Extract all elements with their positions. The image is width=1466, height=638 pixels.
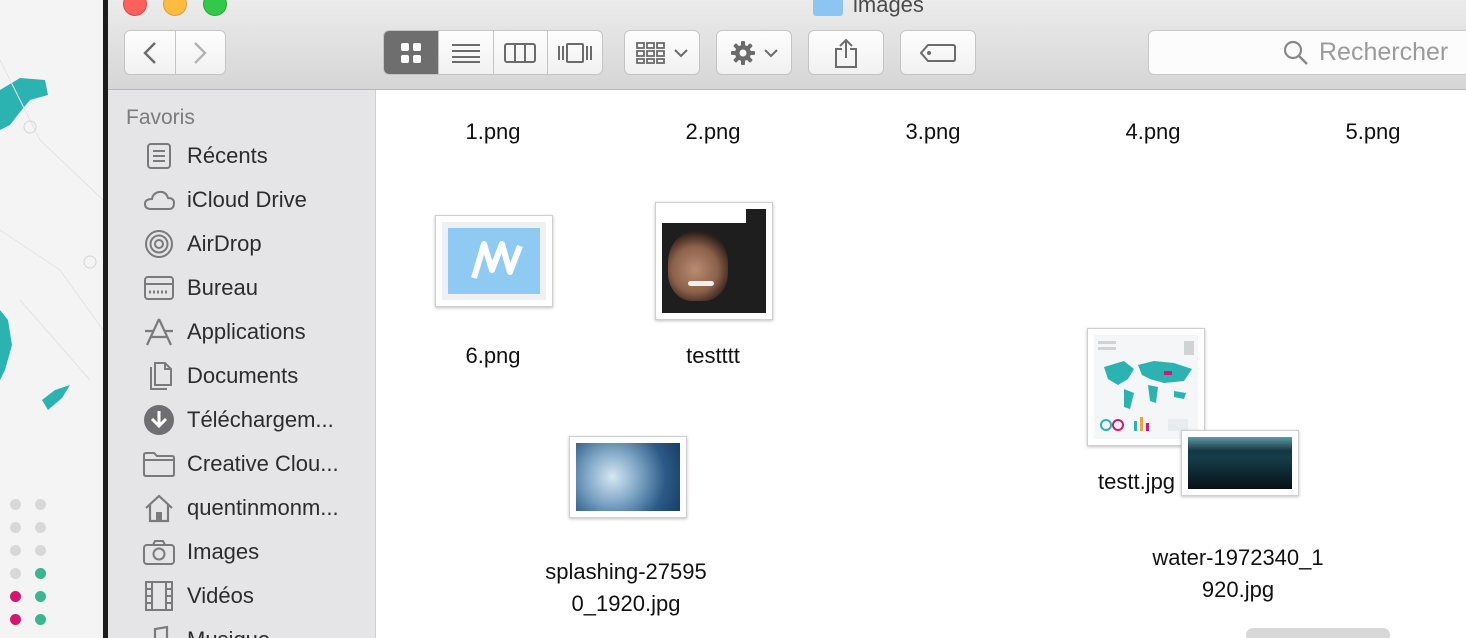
sidebar-heading: Favoris xyxy=(126,106,195,129)
file-thumbnail[interactable] xyxy=(1181,430,1299,496)
search-icon xyxy=(1283,40,1308,65)
search-input[interactable]: Rechercher xyxy=(1148,30,1466,75)
window-title-text: images xyxy=(853,0,924,17)
list-view-button[interactable] xyxy=(437,31,493,74)
chevron-down-icon xyxy=(674,48,688,57)
column-view-button[interactable] xyxy=(492,31,548,74)
sidebar-item-label: Vidéos xyxy=(187,583,254,608)
view-mode-control xyxy=(383,30,603,75)
sidebar-item-label: Images xyxy=(187,539,260,564)
sidebar-item-label: AirDrop xyxy=(187,231,262,256)
back-button[interactable] xyxy=(125,31,175,74)
file-grid: 1.png 2.png 3.png 4.png 5.png 6.png test… xyxy=(376,90,1466,638)
file-item-testttt[interactable]: testttt xyxy=(613,340,813,372)
finder-window: images Rechercher Favoris Récents iCloud… xyxy=(108,0,1466,638)
forward-button[interactable] xyxy=(174,31,225,74)
sidebar-item-documents[interactable]: Documents xyxy=(143,356,373,396)
file-item-3-png[interactable]: 3.png xyxy=(833,116,1033,148)
file-item-4-png[interactable]: 4.png xyxy=(1053,116,1253,148)
chevron-down-icon xyxy=(764,48,778,57)
home-icon xyxy=(143,492,175,524)
chevron-left-icon xyxy=(143,41,156,64)
sidebar-item-home[interactable]: quentinmonm... xyxy=(143,488,373,528)
arrange-button[interactable] xyxy=(624,30,700,75)
file-item-6-png[interactable]: 6.png xyxy=(393,340,593,372)
cover-flow-button[interactable] xyxy=(547,31,602,74)
sidebar-item-applications[interactable]: Applications xyxy=(143,312,373,352)
sidebar-item-label: quentinmonm... xyxy=(187,495,339,520)
sidebar-item-recents[interactable]: Récents xyxy=(143,136,373,176)
column-view-icon xyxy=(504,42,537,63)
file-item-water[interactable]: water-1972340_1 920.jpg xyxy=(1138,542,1338,606)
sidebar-item-label: Bureau xyxy=(187,275,258,300)
chevron-right-icon xyxy=(194,41,208,64)
tag-icon xyxy=(920,43,956,62)
cover-flow-icon xyxy=(558,42,593,63)
file-name-line: 920.jpg xyxy=(1201,577,1275,602)
sidebar-item-label: Creative Clou... xyxy=(187,451,339,476)
maximize-button[interactable] xyxy=(203,0,227,16)
infographic-preview xyxy=(1098,341,1194,431)
sidebar-item-label: Applications xyxy=(187,319,306,344)
file-name-line: splashing-27595 xyxy=(545,559,707,584)
desktop-icon xyxy=(143,272,175,304)
file-thumbnail[interactable] xyxy=(569,436,687,518)
sidebar: Favoris Récents iCloud Drive AirDrop Bur… xyxy=(108,90,376,638)
folder-icon xyxy=(143,448,175,480)
file-thumbnail[interactable] xyxy=(435,215,553,307)
navigation-buttons xyxy=(124,30,226,75)
file-item-5-png[interactable]: 5.png xyxy=(1273,116,1466,148)
folder-icon xyxy=(813,0,843,16)
gear-icon xyxy=(731,40,755,65)
search-placeholder: Rechercher xyxy=(1319,38,1449,66)
music-icon xyxy=(143,624,175,638)
scrollbar[interactable] xyxy=(1246,628,1390,638)
sidebar-item-bureau[interactable]: Bureau xyxy=(143,268,373,308)
sidebar-item-creative-cloud[interactable]: Creative Clou... xyxy=(143,444,373,484)
sidebar-item-label: Téléchargem... xyxy=(187,407,334,432)
group-grid-icon xyxy=(636,41,665,64)
sidebar-item-airdrop[interactable]: AirDrop xyxy=(143,224,373,264)
share-icon xyxy=(835,38,857,68)
action-menu-button[interactable] xyxy=(716,30,792,75)
recents-icon xyxy=(143,140,175,172)
background-map-art xyxy=(0,59,103,410)
logo-mark xyxy=(471,241,523,279)
sidebar-item-telechargements[interactable]: Téléchargem... xyxy=(143,400,373,440)
film-icon xyxy=(143,580,175,612)
airdrop-icon xyxy=(143,228,175,260)
cloud-icon xyxy=(143,184,175,216)
sidebar-item-icloud-drive[interactable]: iCloud Drive xyxy=(143,180,373,220)
sidebar-item-label: Récents xyxy=(187,143,268,168)
camera-icon xyxy=(143,536,175,568)
applications-icon xyxy=(143,316,175,348)
icon-view-button[interactable] xyxy=(384,31,438,74)
background-app-window xyxy=(0,0,103,638)
tag-button[interactable] xyxy=(900,30,976,75)
close-button[interactable] xyxy=(123,0,147,16)
sidebar-item-musique[interactable]: Musique xyxy=(143,620,373,638)
sidebar-item-images[interactable]: Images xyxy=(143,532,373,572)
file-item-2-png[interactable]: 2.png xyxy=(613,116,813,148)
sidebar-item-label: Documents xyxy=(187,363,299,388)
toolbar: images Rechercher xyxy=(108,0,1466,90)
file-name-line: 0_1920.jpg xyxy=(571,591,681,616)
file-item-splashing[interactable]: splashing-27595 0_1920.jpg xyxy=(526,556,726,620)
share-button[interactable] xyxy=(808,30,884,75)
file-item-1-png[interactable]: 1.png xyxy=(393,116,593,148)
file-item-testt-jpg[interactable]: testt.jpg xyxy=(1046,466,1175,498)
icon-view-icon xyxy=(400,42,421,63)
file-thumbnail[interactable] xyxy=(655,202,773,320)
documents-icon xyxy=(143,360,175,392)
minimize-button[interactable] xyxy=(163,0,187,16)
file-thumbnail[interactable] xyxy=(1087,328,1205,446)
sidebar-item-label: Musique xyxy=(187,627,270,638)
file-name-line: water-1972340_1 xyxy=(1152,545,1324,570)
download-icon xyxy=(143,404,175,436)
list-view-icon xyxy=(451,43,480,63)
window-title: images xyxy=(813,0,924,18)
sidebar-item-videos[interactable]: Vidéos xyxy=(143,576,373,616)
sidebar-item-label: iCloud Drive xyxy=(187,187,307,212)
